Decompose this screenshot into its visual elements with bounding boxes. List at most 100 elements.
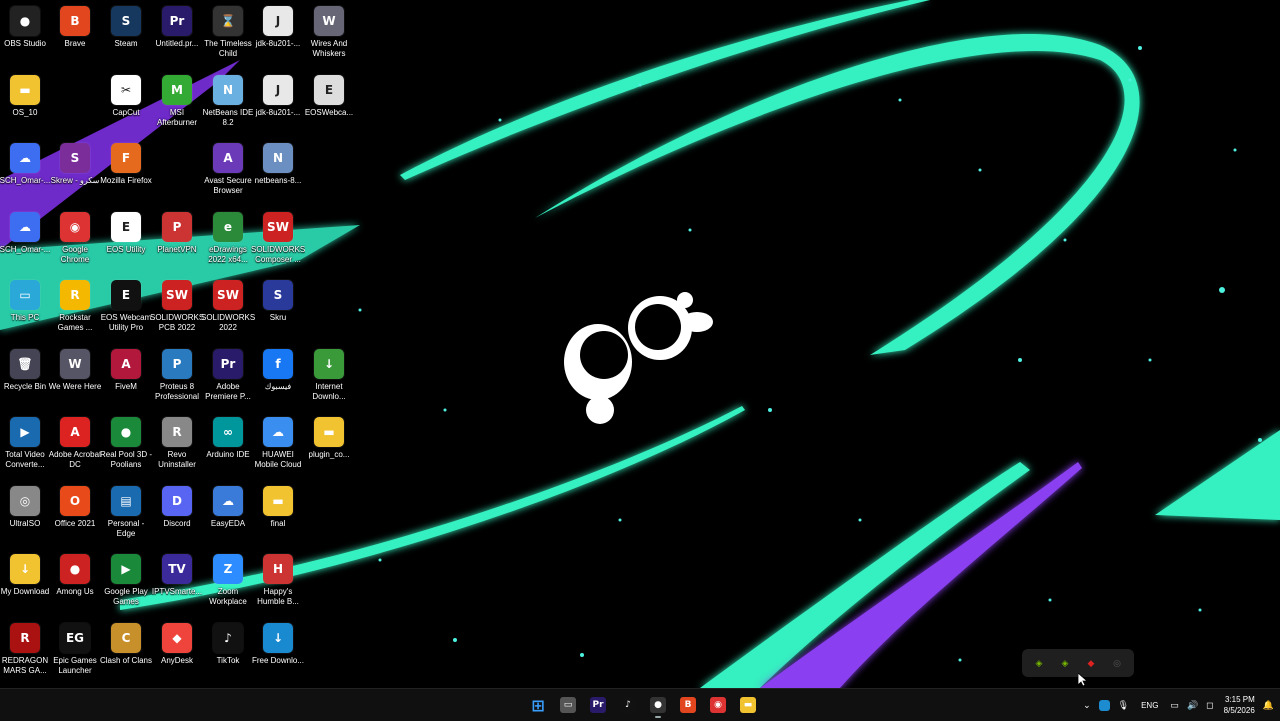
file-explorer-app[interactable]: ▭: [556, 691, 580, 719]
desktop-icon[interactable]: e eDrawings 2022 x64...: [203, 206, 253, 270]
desktop-icon[interactable]: ∞ Arduino IDE: [203, 411, 253, 475]
desktop-icon[interactable]: S Steam: [101, 0, 151, 64]
show-hidden-icons-chevron-icon[interactable]: ⌄: [1079, 691, 1095, 719]
desktop-icon[interactable]: 🗑 Recycle Bin: [0, 343, 50, 407]
app-icon: R: [60, 280, 90, 310]
desktop-icon[interactable]: R Rockstar Games ...: [50, 274, 100, 338]
desktop-icon[interactable]: Jjdk-8u201-...: [253, 0, 303, 64]
desktop-icon[interactable]: S Skru: [253, 274, 303, 338]
app-icon: N: [213, 74, 243, 105]
desktop-icon-label: OBS Studio: [4, 39, 46, 48]
app-icon: A: [111, 348, 141, 379]
desktop-icon[interactable]: P PlanetVPN: [152, 206, 202, 270]
desktop-icon[interactable]: TV IPTVSmarte...: [152, 548, 202, 612]
running-indicator: [655, 716, 661, 718]
desktop-icon-label: Among Us: [56, 587, 94, 596]
clock[interactable]: 3:15 PM 8/5/2026: [1218, 694, 1261, 716]
desktop-icon[interactable]: ↓ My Download: [0, 548, 50, 612]
desktop-icon[interactable]: ✂ CapCut: [101, 69, 151, 133]
desktop[interactable]: ● OBS Studio B Brave S Steam Pr Untitled.pr... ⌛…: [0, 0, 1280, 688]
desktop-icon[interactable]: ▬ plugin_co...: [304, 411, 354, 475]
desktop-icon[interactable]: S Skrew - سكرو: [50, 137, 100, 201]
steam-tray-icon[interactable]: ◎: [1110, 656, 1124, 670]
desktop-icon[interactable]: E EOSWebca...: [304, 69, 354, 133]
desktop-icon[interactable]: f فيسبوك: [253, 343, 303, 407]
desktop-icon[interactable]: A Avast Secure Browser: [203, 137, 253, 201]
desktop-icon[interactable]: ◆ AnyDesk: [152, 617, 202, 681]
desktop-icon[interactable]: ▭ This PC: [0, 274, 50, 338]
desktop-icon[interactable]: ● OBS Studio: [0, 0, 50, 64]
desktop-icon-label: OS_10: [12, 107, 38, 117]
desktop-icon[interactable]: A Adobe Acrobat DC: [49, 411, 101, 475]
desktop-icon[interactable]: Pr Untitled.pr...: [152, 0, 202, 64]
desktop-icon[interactable]: O Office 2021: [50, 480, 100, 544]
nvidia-tray-icon[interactable]: ◈: [1058, 656, 1072, 670]
desktop-icon[interactable]: H Happy's Humble B...: [253, 548, 303, 612]
desktop-icon[interactable]: ☁ SCH_Omar-...: [0, 137, 50, 201]
desktop-icon[interactable]: ▶ Google Play Games: [101, 548, 151, 612]
desktop-icon[interactable]: P Proteus 8 Professional: [152, 343, 202, 407]
tiktok-app[interactable]: ♪: [616, 691, 640, 719]
chrome-app[interactable]: ◉: [706, 691, 730, 719]
desktop-icon[interactable]: F Mozilla Firefox: [100, 137, 152, 201]
desktop-icon[interactable]: B Brave: [50, 0, 100, 64]
obs-app[interactable]: ●: [646, 691, 670, 719]
app-icon: ↓: [263, 622, 293, 653]
desktop-icon[interactable]: Pr Adobe Premiere P...: [203, 343, 253, 407]
desktop-icon[interactable]: Z Zoom Workplace: [203, 548, 253, 612]
desktop-icon[interactable]: ♪ TikTok: [203, 617, 253, 681]
app-icon: Z: [213, 554, 243, 584]
start-button[interactable]: ⊞: [526, 691, 550, 719]
desktop-icon[interactable]: ▬ OS_10: [0, 69, 50, 133]
desktop-icon-label: final: [270, 518, 286, 528]
desktop-icon[interactable]: Jjdk-8u201-...: [253, 69, 303, 133]
desktop-icon[interactable]: ↓ Internet Downlo...: [304, 343, 354, 407]
desktop-icon[interactable]: ▬ final: [253, 480, 303, 544]
desktop-icon[interactable]: W We Were Here: [49, 343, 101, 407]
app-icon: ♪: [213, 622, 243, 653]
folder-app[interactable]: ▬: [736, 691, 760, 719]
desktop-icon[interactable]: W Wires And Whiskers: [304, 0, 354, 64]
desktop-icon[interactable]: ↓ Free Downlo...: [252, 617, 304, 681]
desktop-icon[interactable]: ▶ Total Video Converte...: [0, 411, 50, 475]
desktop-icon-label: Personal - Edge: [107, 518, 145, 538]
shield-tray-icon[interactable]: ◆: [1084, 656, 1098, 670]
desktop-icon[interactable]: M MSI Afterburner: [152, 69, 202, 133]
mouse-cursor-icon: [1078, 673, 1088, 687]
desktop-icon[interactable]: ◉ Google Chrome: [50, 206, 100, 270]
language-indicator[interactable]: ENG: [1133, 691, 1166, 719]
volume-icon[interactable]: 🔊: [1183, 691, 1202, 719]
desktop-icon[interactable]: C Clash of Clans: [100, 617, 152, 681]
network-icon[interactable]: ▭: [1166, 691, 1183, 719]
defender-tray-icon[interactable]: [1095, 691, 1114, 719]
desktop-icon[interactable]: SW SOLIDWORKS Composer ...: [251, 206, 305, 270]
desktop-icon[interactable]: ▤ Personal - Edge: [101, 480, 151, 544]
premiere-app[interactable]: Pr: [586, 691, 610, 719]
desktop-icon[interactable]: SW SOLIDWORKS 2022: [201, 274, 255, 338]
desktop-icon[interactable]: Nnetbeans-8...: [253, 137, 303, 201]
nvidia-tray-icon[interactable]: ◈: [1032, 656, 1046, 670]
desktop-icon[interactable]: R Revo Uninstaller: [152, 411, 202, 475]
notification-bell-icon[interactable]: 🔔: [1261, 691, 1280, 719]
desktop-icon[interactable]: D Discord: [152, 480, 202, 544]
desktop-icon[interactable]: ● Among Us: [50, 548, 100, 612]
desktop-icon[interactable]: N NetBeans IDE 8.2: [203, 69, 253, 133]
desktop-icon[interactable]: ⌛ The Timeless Child: [203, 0, 253, 64]
desktop-icon[interactable]: ● Real Pool 3D - Poolians: [100, 411, 152, 475]
desktop-icon[interactable]: E EOS Utility: [101, 206, 151, 270]
desktop-icon[interactable]: E EOS Webcam Utility Pro: [101, 274, 151, 338]
desktop-icon[interactable]: ◎ UltraISO: [0, 480, 50, 544]
desktop-icon[interactable]: A FiveM: [101, 343, 151, 407]
desktop-icon-label: Internet Downlo...: [312, 381, 346, 401]
desktop-icon[interactable]: ☁ SCH_Omar-...: [0, 206, 50, 270]
brave-app[interactable]: B: [676, 691, 700, 719]
desktop-icon[interactable]: ☁ EasyEDA: [203, 480, 253, 544]
desktop-icon-label: netbeans-8...: [254, 176, 302, 185]
start-icon: ⊞: [531, 695, 545, 715]
desktop-icon[interactable]: SW SOLIDWORKS PCB 2022: [150, 274, 204, 338]
battery-icon[interactable]: ◻: [1202, 691, 1217, 719]
desktop-icon[interactable]: ☁ HUAWEI Mobile Cloud: [253, 411, 303, 475]
desktop-icon[interactable]: R REDRAGON MARS GA...: [0, 617, 50, 681]
desktop-icon[interactable]: EG Epic Games Launcher: [50, 617, 100, 681]
microphone-icon[interactable]: 🎙: [1114, 691, 1133, 719]
